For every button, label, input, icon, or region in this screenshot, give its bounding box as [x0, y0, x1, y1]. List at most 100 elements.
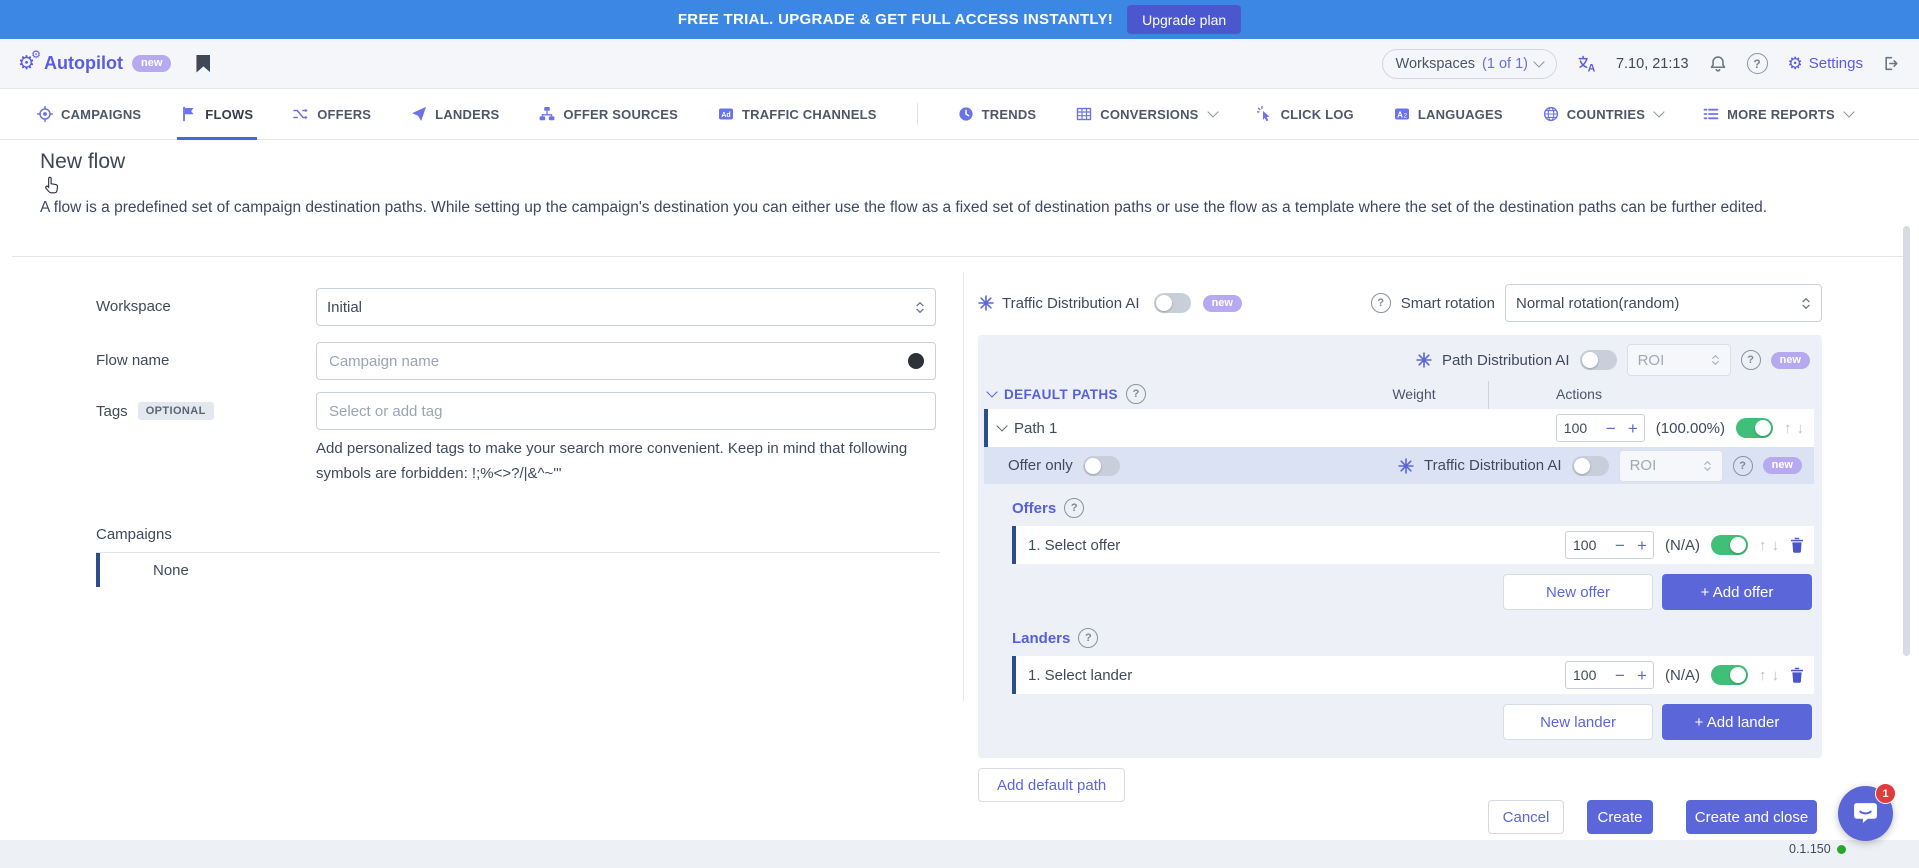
offer-weight-minus-button[interactable]: −: [1609, 537, 1631, 554]
landers-help-icon[interactable]: ?: [1078, 628, 1098, 648]
offer-weight-input[interactable]: [1566, 537, 1609, 553]
path-weight-percent: (100.00%): [1656, 420, 1725, 437]
lander-enabled-toggle[interactable]: [1711, 665, 1748, 685]
add-default-path-button[interactable]: Add default path: [978, 768, 1125, 802]
offer-weight-control: − +: [1565, 531, 1654, 559]
lander-weight-minus-button[interactable]: −: [1609, 667, 1631, 684]
chat-widget-button[interactable]: 1: [1838, 786, 1893, 841]
logout-icon[interactable]: [1883, 55, 1901, 72]
nav-item-traffic-channels[interactable]: AdTRAFFIC CHANNELS: [718, 89, 877, 140]
offer-only-toggle[interactable]: [1083, 456, 1120, 476]
nav-item-offers[interactable]: OFFERS: [293, 89, 371, 140]
vertical-scrollbar[interactable]: [1903, 226, 1910, 656]
move-up-icon[interactable]: ↑: [1784, 421, 1792, 436]
select-stepper-icon: [1711, 353, 1720, 367]
move-down-icon[interactable]: ↓: [1772, 538, 1780, 553]
workspaces-selector[interactable]: Workspaces (1 of 1): [1382, 49, 1557, 79]
traffic-ai-new-badge: new: [1203, 295, 1242, 312]
nav-item-countries[interactable]: COUNTRIES: [1543, 89, 1663, 140]
lander-weight-plus-button[interactable]: +: [1631, 667, 1653, 684]
traffic-ai-label: Traffic Distribution AI: [1002, 295, 1140, 312]
chevron-down-icon[interactable]: [996, 420, 1007, 431]
trial-banner-text: FREE TRIAL. UPGRADE & GET FULL ACCESS IN…: [678, 11, 1113, 28]
notifications-bell-icon[interactable]: [1709, 55, 1727, 73]
tags-input[interactable]: [316, 392, 936, 430]
nav-item-campaigns[interactable]: CAMPAIGNS: [37, 89, 141, 140]
traffic-ai-toggle[interactable]: [1154, 293, 1191, 313]
offer-weight-plus-button[interactable]: +: [1631, 537, 1653, 554]
ai-icon: [1416, 352, 1432, 368]
lander-row: 1. Select lander − + (N/A) ↑ ↓: [1012, 656, 1814, 694]
move-down-icon[interactable]: ↓: [1797, 421, 1805, 436]
nav-divider: [917, 103, 918, 125]
path-ai-metric-value: ROI: [1638, 352, 1665, 369]
path-ai-toggle[interactable]: [1580, 350, 1617, 370]
smart-rotation-select[interactable]: Normal rotation(random): [1505, 284, 1822, 322]
nav-item-flows[interactable]: FLOWS: [181, 89, 253, 140]
new-lander-button[interactable]: New lander: [1503, 704, 1653, 740]
path-enabled-toggle[interactable]: [1736, 418, 1773, 438]
path-ai-metric-select: ROI: [1627, 344, 1731, 376]
help-icon[interactable]: ?: [1747, 53, 1768, 74]
path-ai-help-icon[interactable]: ?: [1741, 350, 1761, 370]
translate-icon[interactable]: A: [1577, 55, 1596, 73]
path-weight-input[interactable]: [1557, 420, 1600, 436]
nav-item-label: CLICK LOG: [1281, 107, 1354, 122]
move-down-icon[interactable]: ↓: [1772, 668, 1780, 683]
flow-color-dot[interactable]: [908, 353, 924, 369]
nav-item-label: OFFERS: [317, 107, 371, 122]
create-and-close-button[interactable]: Create and close: [1686, 800, 1817, 834]
add-offer-button[interactable]: + Add offer: [1662, 574, 1812, 610]
chat-unread-badge: 1: [1875, 783, 1896, 804]
ai-icon: [978, 295, 994, 311]
flows-icon: [181, 106, 197, 122]
settings-button[interactable]: ⚙ Settings: [1788, 55, 1863, 72]
nav-item-conversions[interactable]: CONVERSIONS: [1076, 89, 1216, 140]
default-paths-help-icon[interactable]: ?: [1126, 384, 1146, 404]
select-stepper-icon: [1703, 459, 1712, 473]
path-traffic-ai-help-icon[interactable]: ?: [1733, 456, 1753, 476]
move-up-icon[interactable]: ↑: [1759, 668, 1767, 683]
add-lander-button[interactable]: + Add lander: [1662, 704, 1812, 740]
chat-icon: [1852, 800, 1879, 827]
path-weight-plus-button[interactable]: +: [1622, 420, 1644, 437]
nav-item-landers[interactable]: LANDERS: [411, 89, 499, 140]
cancel-button[interactable]: Cancel: [1488, 800, 1564, 834]
brand-title[interactable]: Autopilot: [44, 53, 123, 74]
version-indicator: 0.1.150: [1789, 842, 1846, 856]
workspace-select[interactable]: Initial: [316, 288, 936, 326]
upgrade-plan-button[interactable]: Upgrade plan: [1127, 5, 1241, 34]
create-button[interactable]: Create: [1587, 800, 1653, 834]
default-paths-header: DEFAULT PATHS ? Weight Actions: [984, 381, 1814, 409]
path-traffic-ai-label: Traffic Distribution AI: [1424, 457, 1562, 474]
new-offer-button[interactable]: New offer: [1503, 574, 1653, 610]
bookmark-icon[interactable]: [196, 55, 210, 73]
chevron-down-icon: [1533, 56, 1544, 67]
lander-weight-input[interactable]: [1566, 667, 1609, 683]
nav-item-more-reports[interactable]: MORE REPORTS: [1703, 89, 1853, 140]
move-up-icon[interactable]: ↑: [1759, 538, 1767, 553]
offers-help-icon[interactable]: ?: [1064, 498, 1084, 518]
nav-item-trends[interactable]: TRENDS: [958, 89, 1037, 140]
path-weight-minus-button[interactable]: −: [1600, 420, 1622, 437]
offers-title: Offers: [1012, 500, 1056, 517]
add-offer-label: Add offer: [1713, 584, 1774, 601]
nav-item-label: TRAFFIC CHANNELS: [742, 107, 877, 122]
nav-item-click-log[interactable]: CLICK LOG: [1257, 89, 1354, 140]
nav-item-offer-sources[interactable]: OFFER SOURCES: [539, 89, 678, 140]
flow-name-input[interactable]: [316, 342, 936, 380]
delete-lander-icon[interactable]: [1790, 667, 1804, 683]
nav-item-languages[interactable]: A2LANGUAGES: [1394, 89, 1503, 140]
smart-rotation-help-icon[interactable]: ?: [1371, 293, 1391, 313]
chevron-down-icon[interactable]: [986, 386, 997, 397]
status-dot: [1837, 845, 1846, 854]
plus-icon: +: [1695, 714, 1704, 731]
section-divider: [12, 256, 1907, 257]
trends-icon: [958, 106, 974, 122]
offer-enabled-toggle[interactable]: [1711, 535, 1748, 555]
lander-row-label[interactable]: 1. Select lander: [1028, 667, 1132, 684]
offer-row-label[interactable]: 1. Select offer: [1028, 537, 1120, 554]
svg-text:2: 2: [1403, 112, 1407, 119]
path-traffic-ai-toggle[interactable]: [1572, 456, 1609, 476]
delete-offer-icon[interactable]: [1790, 537, 1804, 553]
